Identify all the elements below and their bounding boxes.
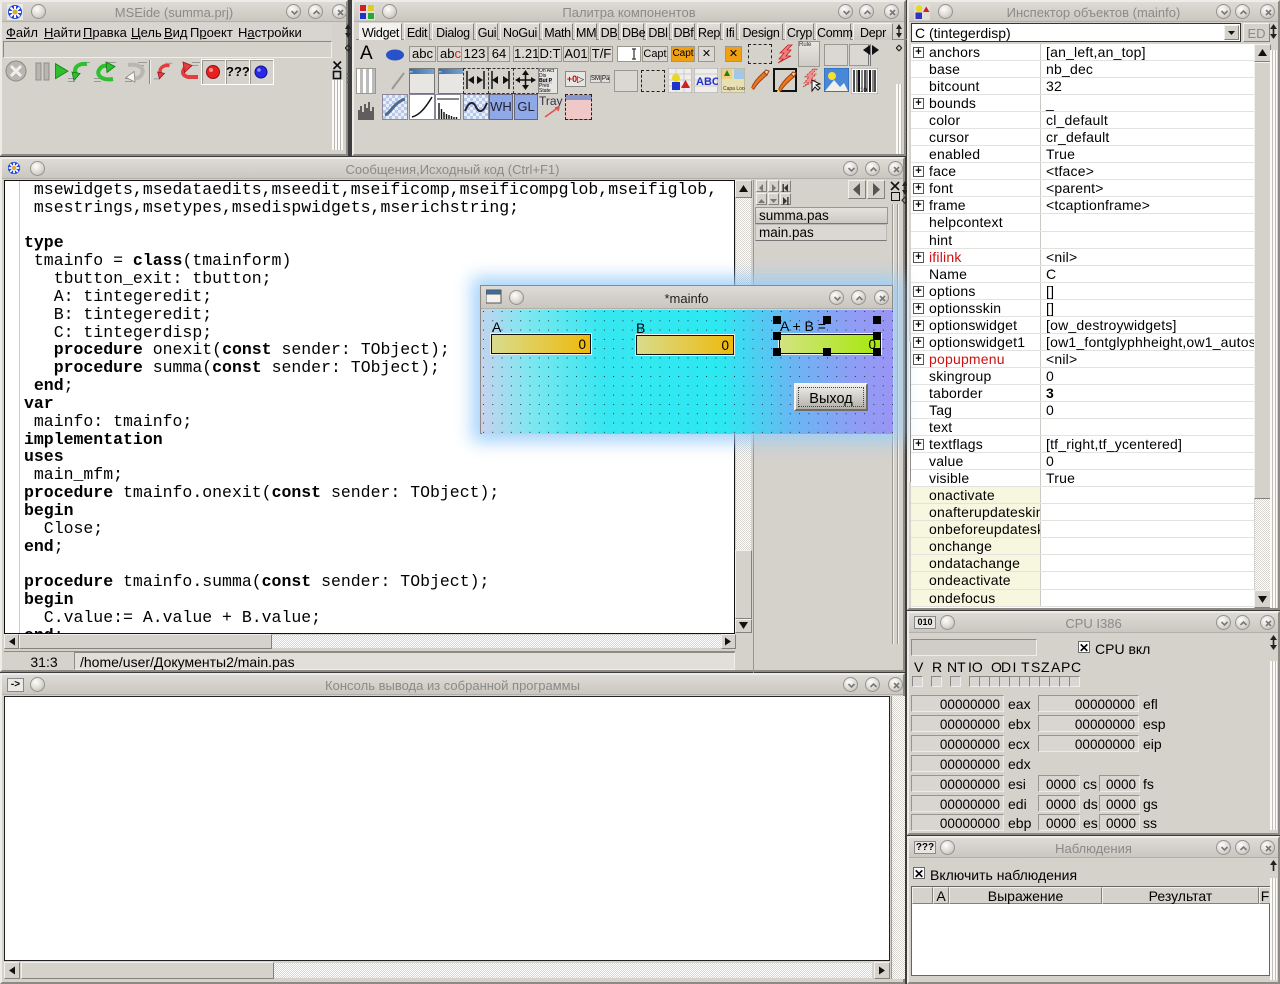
svg-text:ABC: ABC: [696, 76, 718, 88]
svg-text:Capa Loop: Capa Loop: [723, 86, 745, 92]
svg-text:10: 10: [860, 88, 867, 94]
